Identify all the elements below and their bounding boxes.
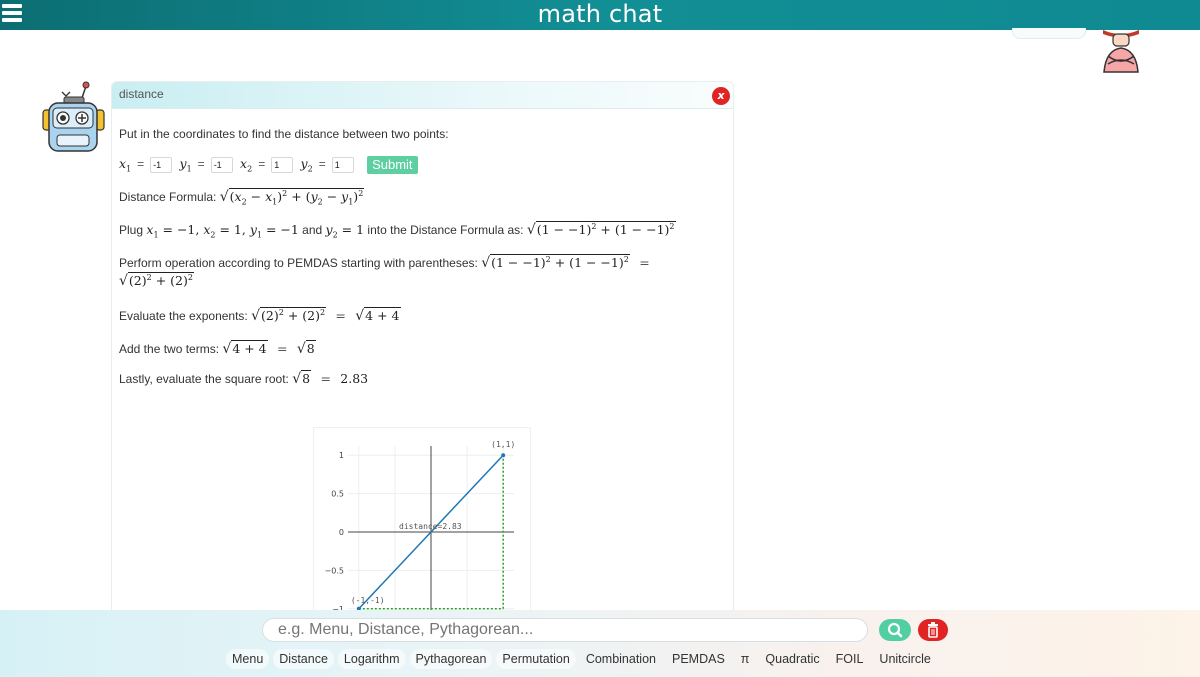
annotation-2: distance=2.83 bbox=[399, 522, 462, 531]
quick-link-8[interactable]: Quadratic bbox=[759, 649, 825, 669]
header-tab bbox=[1012, 28, 1086, 39]
x1-input[interactable] bbox=[150, 157, 173, 173]
series-point bbox=[501, 453, 506, 458]
quick-link-5[interactable]: Combination bbox=[580, 649, 662, 669]
y2-input[interactable] bbox=[331, 157, 354, 173]
y1-input[interactable] bbox=[210, 157, 233, 173]
top-bar: math chat bbox=[0, 0, 1200, 30]
y-tick-label: −0.5 bbox=[325, 566, 344, 575]
plug-step: Plug x1 = −1, x2 = 1, y1 = −1 and y2 = 1… bbox=[119, 221, 676, 240]
quick-link-4[interactable]: Permutation bbox=[496, 649, 576, 669]
x2-input[interactable] bbox=[271, 157, 294, 173]
quick-link-10[interactable]: Unitcircle bbox=[873, 649, 936, 669]
plot-svg: −11−0.50.5000.5−0.51−1(1,1)(-1,-1)distan… bbox=[325, 440, 515, 618]
y-tick-label: 1 bbox=[339, 451, 344, 460]
add-step: Add the two terms: √4 + 4 = √8 bbox=[119, 340, 316, 357]
quick-link-2[interactable]: Logarithm bbox=[337, 649, 406, 669]
close-button[interactable]: x bbox=[712, 87, 730, 105]
app-title: math chat bbox=[537, 0, 663, 28]
pemdas-result: √(2)2 + (2)2 bbox=[119, 272, 194, 290]
quick-link-6[interactable]: PEMDAS bbox=[666, 649, 731, 669]
distance-formula: Distance Formula: √(x2 − x1)2 + (y2 − y1… bbox=[119, 188, 365, 207]
quick-link-7[interactable]: π bbox=[735, 649, 756, 669]
y-tick-label: 0 bbox=[339, 528, 344, 537]
robot-avatar-icon bbox=[42, 81, 105, 152]
plug-prefix: Plug bbox=[119, 223, 144, 238]
y-tick-label: 0.5 bbox=[331, 490, 344, 499]
trash-icon bbox=[928, 622, 938, 638]
quick-link-9[interactable]: FOIL bbox=[830, 649, 870, 669]
quick-links: Menu Distance Logarithm Pythagorean Permutat… bbox=[226, 649, 937, 671]
submit-button[interactable]: Submit bbox=[367, 156, 418, 174]
distance-plot: −11−0.50.5000.5−0.51−1(1,1)(-1,-1)distan… bbox=[313, 427, 531, 622]
distance-card: distance x Put in the coordinates to fin… bbox=[111, 81, 734, 623]
coordinate-inputs: x1= y1= x2= y2= Submit bbox=[119, 156, 418, 174]
exponents-step: Evaluate the exponents: √(2)2 + (2)2 = √… bbox=[119, 307, 401, 325]
formula-label: Distance Formula: bbox=[119, 190, 217, 205]
search-icon bbox=[887, 622, 903, 638]
pemdas-step: Perform operation according to PEMDAS st… bbox=[119, 254, 650, 272]
quick-link-3[interactable]: Pythagorean bbox=[409, 649, 493, 669]
card-prompt: Put in the coordinates to find the dista… bbox=[119, 127, 449, 141]
annotation-0: (1,1) bbox=[491, 440, 515, 449]
add-label: Add the two terms: bbox=[119, 342, 220, 356]
search-button[interactable] bbox=[879, 619, 911, 641]
card-header: distance x bbox=[112, 82, 733, 109]
pemdas-label: Perform operation according to PEMDAS st… bbox=[119, 256, 478, 271]
quick-link-0[interactable]: Menu bbox=[226, 649, 270, 669]
user-avatar bbox=[1103, 30, 1139, 73]
sqrt-label: Lastly, evaluate the square root: bbox=[119, 372, 289, 386]
plug-suffix: into the Distance Formula as: bbox=[367, 223, 524, 238]
quick-link-1[interactable]: Distance bbox=[273, 649, 334, 669]
distance-result: 2.83 bbox=[340, 371, 369, 386]
sqrt-step: Lastly, evaluate the square root: √8 = 2… bbox=[119, 370, 369, 387]
plug-and: and bbox=[302, 223, 323, 238]
annotation-1: (-1,-1) bbox=[351, 596, 385, 605]
clear-button[interactable] bbox=[918, 619, 948, 641]
search-input[interactable] bbox=[262, 618, 868, 642]
card-title: distance bbox=[119, 87, 164, 101]
exponents-label: Evaluate the exponents: bbox=[119, 309, 248, 324]
